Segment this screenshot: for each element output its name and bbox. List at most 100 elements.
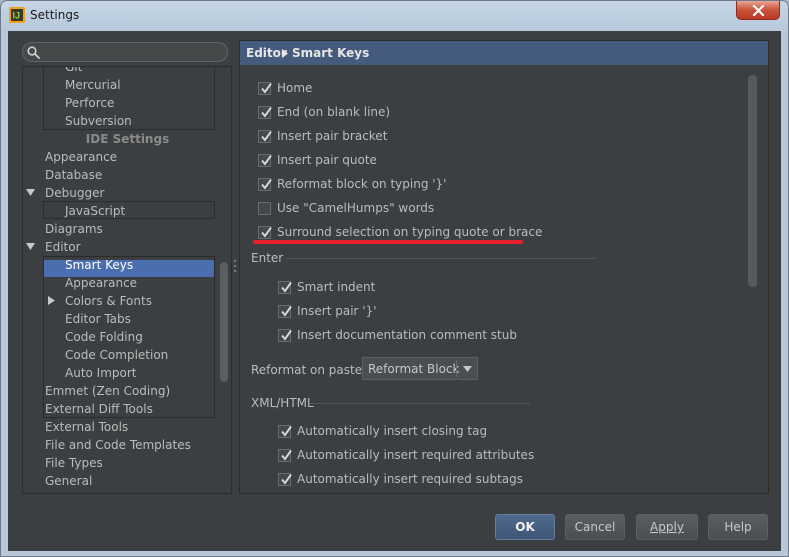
help-button[interactable]: Help xyxy=(708,514,768,540)
tree-item-database[interactable]: Database xyxy=(45,166,102,184)
tree-item-file-types[interactable]: File Types xyxy=(45,454,103,472)
option-pair-bracket-label[interactable]: Insert pair bracket xyxy=(277,129,387,143)
title-bar[interactable]: IJ Settings xyxy=(1,1,788,31)
combo-divider xyxy=(456,360,457,377)
enter-section-title: Enter xyxy=(251,251,284,265)
option-reformat-block-checkbox[interactable] xyxy=(258,178,272,191)
close-icon xyxy=(752,5,765,16)
reformat-on-paste-label: Reformat on paste: xyxy=(251,363,367,377)
breadcrumb-arrow-icon xyxy=(282,49,288,58)
close-button[interactable] xyxy=(736,1,780,20)
enter-smart-indent-checkbox[interactable] xyxy=(278,281,292,294)
tree-item-editor-appearance[interactable]: Appearance xyxy=(65,274,137,292)
tree-item-external-tools[interactable]: External Tools xyxy=(45,418,128,436)
settings-window: IJ Settings Git Mercurial Perforce Subve… xyxy=(0,0,789,557)
enter-separator xyxy=(286,258,596,259)
settings-client: Git Mercurial Perforce Subversion IDE Se… xyxy=(8,31,781,551)
check-icon xyxy=(281,330,292,341)
xml-separator xyxy=(310,403,530,404)
tree-item-mercurial[interactable]: Mercurial xyxy=(65,76,121,94)
option-pair-bracket-checkbox[interactable] xyxy=(258,130,272,143)
xml-closing-tag-label[interactable]: Automatically insert closing tag xyxy=(297,424,487,438)
expand-arrow-down-icon[interactable] xyxy=(26,188,36,198)
tree-item-code-folding[interactable]: Code Folding xyxy=(65,328,143,346)
tree-item-code-completion[interactable]: Code Completion xyxy=(65,346,168,364)
check-icon xyxy=(261,179,272,190)
option-camelhumps-label[interactable]: Use "CamelHumps" words xyxy=(277,201,434,215)
section-ide-settings: IDE Settings xyxy=(85,132,170,146)
panel-scrollbar-thumb[interactable] xyxy=(748,75,757,287)
tree-scrollbar-thumb[interactable] xyxy=(220,262,228,382)
search-input[interactable] xyxy=(45,44,221,60)
check-icon xyxy=(281,306,292,317)
enter-doc-comment-label[interactable]: Insert documentation comment stub xyxy=(297,328,517,342)
tree-item-editor[interactable]: Editor xyxy=(45,238,81,256)
expand-arrow-down-icon[interactable] xyxy=(26,242,36,252)
option-end-checkbox[interactable] xyxy=(258,106,272,119)
apply-button-label: Apply xyxy=(650,520,684,534)
option-camelhumps-checkbox[interactable] xyxy=(258,202,271,215)
enter-pair-brace-checkbox[interactable] xyxy=(278,305,292,318)
splitter-grip-icon[interactable] xyxy=(234,259,238,275)
option-pair-quote-checkbox[interactable] xyxy=(258,154,272,167)
reformat-select-value: Reformat Block xyxy=(368,362,460,376)
tree-item-diagrams[interactable]: Diagrams xyxy=(45,220,103,238)
tree-item-perforce[interactable]: Perforce xyxy=(65,94,114,112)
tree-item-file-code-templates[interactable]: File and Code Templates xyxy=(45,436,191,454)
breadcrumb-current: Smart Keys xyxy=(292,46,370,60)
settings-tree: Git Mercurial Perforce Subversion IDE Se… xyxy=(22,66,232,494)
reformat-on-paste-select[interactable]: Reformat Block xyxy=(362,357,478,380)
chevron-down-icon xyxy=(463,366,472,372)
tree-item-debugger[interactable]: Debugger xyxy=(45,184,104,202)
tree-item-smart-keys[interactable]: Smart Keys xyxy=(65,256,133,274)
option-reformat-block-label[interactable]: Reformat block on typing '}' xyxy=(277,177,446,191)
apply-button[interactable]: Apply xyxy=(636,514,698,540)
cancel-button[interactable]: Cancel xyxy=(565,514,625,540)
tree-item-general[interactable]: General xyxy=(45,472,92,490)
highlight-underline xyxy=(253,240,523,244)
xml-required-attributes-label[interactable]: Automatically insert required attributes xyxy=(297,448,534,462)
check-icon xyxy=(261,227,272,238)
check-icon xyxy=(281,474,292,485)
xml-closing-tag-checkbox[interactable] xyxy=(278,425,292,438)
tree-item-emmet[interactable]: Emmet (Zen Coding) xyxy=(45,382,170,400)
option-home-label[interactable]: Home xyxy=(277,81,312,95)
option-pair-quote-label[interactable]: Insert pair quote xyxy=(277,153,377,167)
tree-item-external-diff-tools[interactable]: External Diff Tools xyxy=(45,400,153,418)
tree-item-git[interactable]: Git xyxy=(65,67,82,76)
smart-keys-panel: Editor Smart Keys Home End (on blank lin… xyxy=(239,40,769,494)
ok-button[interactable]: OK xyxy=(495,514,555,540)
intellij-app-icon: IJ xyxy=(9,7,25,23)
search-icon xyxy=(27,46,40,59)
option-home-checkbox[interactable] xyxy=(258,82,272,95)
tree-item-subversion[interactable]: Subversion xyxy=(65,112,132,130)
xml-section-title: XML/HTML xyxy=(251,396,314,410)
tree-item-javascript[interactable]: JavaScript xyxy=(65,202,125,220)
enter-doc-comment-checkbox[interactable] xyxy=(278,329,292,342)
option-end-label[interactable]: End (on blank line) xyxy=(277,105,390,119)
enter-smart-indent-label[interactable]: Smart indent xyxy=(297,280,375,294)
panel-header: Editor Smart Keys xyxy=(240,41,768,65)
tree-item-auto-import[interactable]: Auto Import xyxy=(65,364,137,382)
xml-required-attributes-checkbox[interactable] xyxy=(278,449,292,462)
check-icon xyxy=(261,131,272,142)
tree-item-colors-fonts[interactable]: Colors & Fonts xyxy=(65,292,152,310)
breadcrumb-parent[interactable]: Editor xyxy=(246,41,287,65)
tree-item-editor-tabs[interactable]: Editor Tabs xyxy=(65,310,131,328)
xml-required-subtags-checkbox[interactable] xyxy=(278,473,292,486)
check-icon xyxy=(281,426,292,437)
window-title: Settings xyxy=(30,8,80,22)
svg-text:IJ: IJ xyxy=(13,11,21,21)
check-icon xyxy=(281,282,292,293)
tree-item-appearance[interactable]: Appearance xyxy=(45,148,117,166)
expand-arrow-right-icon[interactable] xyxy=(47,296,57,306)
check-icon xyxy=(261,107,272,118)
search-field[interactable] xyxy=(22,42,228,62)
option-surround-selection-label[interactable]: Surround selection on typing quote or br… xyxy=(277,225,542,239)
check-icon xyxy=(281,450,292,461)
xml-required-subtags-label[interactable]: Automatically insert required subtags xyxy=(297,472,523,486)
check-icon xyxy=(261,83,272,94)
enter-pair-brace-label[interactable]: Insert pair '}' xyxy=(297,304,377,318)
check-icon xyxy=(261,155,272,166)
option-surround-selection-checkbox[interactable] xyxy=(258,226,272,239)
